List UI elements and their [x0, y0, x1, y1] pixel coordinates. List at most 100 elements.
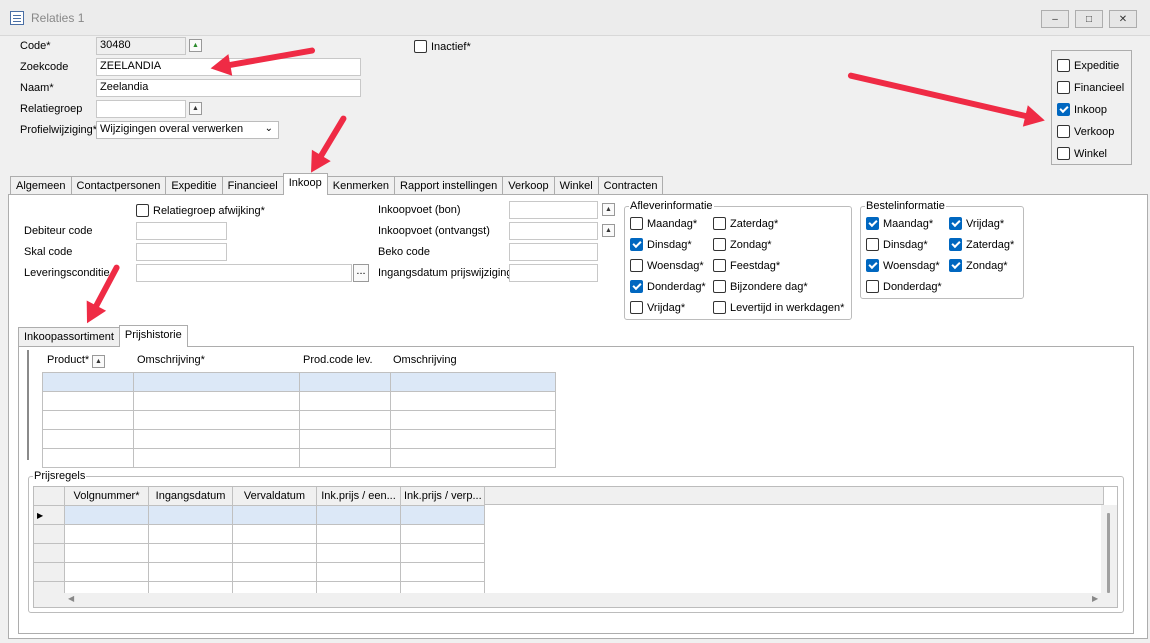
code-lookup-button[interactable]: ▲ [189, 39, 202, 52]
code-field[interactable]: 30480 [96, 37, 186, 55]
aflever-zaterdag-checkbox[interactable]: Zaterdag* [713, 217, 778, 230]
col-ingangsdatum[interactable]: Ingangsdatum [148, 487, 233, 506]
cell[interactable] [148, 505, 233, 525]
cell[interactable] [42, 372, 134, 392]
cell[interactable] [316, 562, 401, 582]
cell[interactable] [390, 448, 556, 468]
tab-rapport-instellingen[interactable]: Rapport instellingen [394, 176, 504, 195]
cell[interactable] [299, 391, 391, 411]
cell[interactable] [390, 372, 556, 392]
cell[interactable] [133, 429, 300, 449]
cell[interactable] [316, 505, 401, 525]
profielwijziging-select[interactable]: Wijzigingen overal verwerken ⌄ [96, 121, 279, 139]
cell[interactable] [390, 391, 556, 411]
inkoopvoet-bon-field[interactable] [509, 201, 598, 219]
table-row[interactable] [34, 543, 485, 563]
minimize-button[interactable]: – [1041, 10, 1069, 28]
cell[interactable] [133, 391, 300, 411]
table-row[interactable] [42, 372, 556, 392]
horizontal-scrollbar[interactable]: ◀ ▶ [34, 593, 1103, 607]
cell[interactable] [299, 372, 391, 392]
cell[interactable] [148, 562, 233, 582]
cell[interactable] [299, 410, 391, 430]
cell[interactable] [400, 524, 485, 544]
inactief-checkbox[interactable]: Inactief* [414, 40, 471, 53]
cell[interactable] [299, 429, 391, 449]
table-row[interactable] [42, 410, 556, 430]
subtab-inkoopassortiment[interactable]: Inkoopassortiment [18, 327, 120, 347]
bestel-zondag-checkbox[interactable]: Zondag* [949, 259, 1008, 272]
aflever-zondag-checkbox[interactable]: Zondag* [713, 238, 772, 251]
relatiegroep-lookup-button[interactable]: ▲ [189, 102, 202, 115]
naam-field[interactable]: Zeelandia [96, 79, 361, 97]
tab-algemeen[interactable]: Algemeen [10, 176, 72, 195]
beko-code-field[interactable] [509, 243, 598, 261]
col-inkprijs-eenheid[interactable]: Ink.prijs / een... [316, 487, 401, 506]
aflever-levertijd-checkbox[interactable]: Levertijd in werkdagen* [713, 301, 844, 314]
inkoopvoet-bon-lookup-button[interactable]: ▲ [602, 203, 615, 216]
bestel-donderdag-checkbox[interactable]: Donderdag* [866, 280, 942, 293]
cell[interactable] [64, 543, 149, 563]
tab-kenmerken[interactable]: Kenmerken [326, 176, 396, 195]
table-row[interactable] [34, 524, 485, 544]
col-volgnummer[interactable]: Volgnummer* [64, 487, 149, 506]
cell[interactable] [148, 543, 233, 563]
cell[interactable] [316, 543, 401, 563]
col-inkprijs-verpakking[interactable]: Ink.prijs / verp... [400, 487, 485, 506]
cell[interactable] [316, 524, 401, 544]
maximize-button[interactable]: □ [1075, 10, 1103, 28]
table-row[interactable] [42, 391, 556, 411]
cell[interactable] [42, 448, 134, 468]
cell[interactable] [299, 448, 391, 468]
table-row[interactable] [42, 429, 556, 449]
subtab-prijshistorie[interactable]: Prijshistorie [118, 325, 188, 347]
inkoopvoet-ontvangst-field[interactable] [509, 222, 598, 240]
bestel-woensdag-checkbox[interactable]: Woensdag* [866, 259, 940, 272]
bestel-maandag-checkbox[interactable]: Maandag* [866, 217, 933, 230]
aflever-dinsdag-checkbox[interactable]: Dinsdag* [630, 238, 692, 251]
aflever-donderdag-checkbox[interactable]: Donderdag* [630, 280, 706, 293]
cell[interactable] [42, 410, 134, 430]
ingangsdatum-field[interactable] [509, 264, 598, 282]
cell[interactable] [148, 524, 233, 544]
leveringsconditie-field[interactable] [136, 264, 352, 282]
inkoopvoet-ontvangst-lookup-button[interactable]: ▲ [602, 224, 615, 237]
role-inkoop-checkbox[interactable]: Inkoop [1057, 103, 1107, 116]
cell[interactable] [64, 562, 149, 582]
tab-winkel[interactable]: Winkel [553, 176, 599, 195]
col-vervaldatum[interactable]: Vervaldatum [232, 487, 317, 506]
aflever-bijzondere-dag-checkbox[interactable]: Bijzondere dag* [713, 280, 808, 293]
cell[interactable] [390, 429, 556, 449]
table-row[interactable] [34, 562, 485, 582]
tab-inkoop[interactable]: Inkoop [282, 173, 328, 195]
role-winkel-checkbox[interactable]: Winkel [1057, 147, 1107, 160]
cell[interactable] [42, 429, 134, 449]
table-row[interactable] [42, 448, 556, 468]
tab-contracten[interactable]: Contracten [597, 176, 664, 195]
product-sort-button[interactable]: ▲ [92, 355, 105, 368]
tab-verkoop[interactable]: Verkoop [502, 176, 555, 195]
close-button[interactable]: ✕ [1109, 10, 1137, 28]
relatiegroep-field[interactable] [96, 100, 186, 118]
bestel-dinsdag-checkbox[interactable]: Dinsdag* [866, 238, 928, 251]
col-prodcode-lev[interactable]: Prod.code lev. [303, 354, 373, 366]
col-product[interactable]: Product* [47, 354, 89, 366]
cell[interactable] [42, 391, 134, 411]
cell[interactable] [400, 543, 485, 563]
table-row[interactable]: ▶ [34, 505, 485, 525]
cell[interactable] [232, 505, 317, 525]
tab-expeditie[interactable]: Expeditie [165, 176, 223, 195]
cell[interactable] [133, 372, 300, 392]
vertical-scrollbar[interactable] [1101, 505, 1117, 607]
cell[interactable] [133, 410, 300, 430]
grid-scroll-indicator[interactable] [27, 350, 29, 460]
tab-contactpersonen[interactable]: Contactpersonen [70, 176, 167, 195]
aflever-maandag-checkbox[interactable]: Maandag* [630, 217, 697, 230]
scroll-left-icon[interactable]: ◀ [68, 594, 74, 603]
role-verkoop-checkbox[interactable]: Verkoop [1057, 125, 1114, 138]
cell[interactable] [400, 562, 485, 582]
debiteur-code-field[interactable] [136, 222, 227, 240]
cell[interactable] [64, 505, 149, 525]
scroll-right-icon[interactable]: ▶ [1092, 594, 1098, 603]
aflever-feestdag-checkbox[interactable]: Feestdag* [713, 259, 780, 272]
